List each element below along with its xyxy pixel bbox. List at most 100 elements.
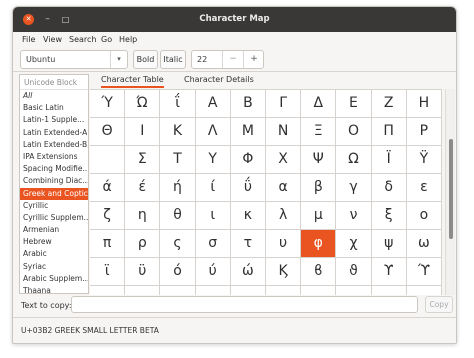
character-cell[interactable]: Ύ	[90, 90, 126, 118]
character-cell[interactable]: υ	[266, 230, 302, 258]
character-cell[interactable]: ϒ	[371, 258, 407, 286]
character-cell[interactable]: έ	[125, 174, 161, 202]
character-cell[interactable]: π	[90, 230, 126, 258]
increase-size-button[interactable]: +	[243, 51, 264, 68]
character-cell[interactable]: Υ	[195, 146, 231, 174]
character-cell[interactable]: ώ	[230, 258, 266, 286]
title-bar[interactable]: ✕ – □ Character Map	[13, 7, 456, 32]
sidebar-item[interactable]: Arabic	[20, 248, 88, 260]
character-cell[interactable]: Ι	[125, 118, 161, 146]
character-cell[interactable]: κ	[230, 202, 266, 230]
character-cell[interactable]: ύ	[195, 258, 231, 286]
menu-search[interactable]: Search	[69, 35, 96, 44]
character-cell[interactable]	[372, 286, 407, 295]
character-cell[interactable]: Κ	[160, 118, 196, 146]
sidebar-item[interactable]: Combining Diac...	[20, 175, 88, 187]
character-cell[interactable]: Ξ	[301, 118, 337, 146]
character-cell[interactable]: ά	[90, 174, 126, 202]
character-cell[interactable]: λ	[266, 202, 302, 230]
character-cell[interactable]: ι	[195, 202, 231, 230]
character-cell[interactable]: Ο	[336, 118, 372, 146]
character-cell[interactable]: α	[266, 174, 302, 202]
character-cell[interactable]: ϋ	[125, 258, 161, 286]
character-cell[interactable]: ϐ	[301, 258, 337, 286]
character-cell[interactable]: θ	[160, 202, 196, 230]
character-cell[interactable]: ς	[160, 230, 196, 258]
sidebar-item[interactable]: Armenian	[20, 224, 88, 236]
character-cell[interactable]: ή	[160, 174, 196, 202]
character-cell[interactable]: Ώ	[125, 90, 161, 118]
character-cell[interactable]	[160, 286, 196, 295]
chevron-down-icon[interactable]: ▾	[110, 51, 127, 68]
sidebar-item[interactable]: Hebrew	[20, 236, 88, 248]
character-cell[interactable]: Σ	[125, 146, 161, 174]
text-to-copy-input[interactable]	[71, 296, 418, 313]
character-cell[interactable]: χ	[336, 230, 372, 258]
menu-file[interactable]: File	[22, 35, 35, 44]
character-cell[interactable]: Ϊ	[371, 146, 407, 174]
menu-help[interactable]: Help	[119, 35, 137, 44]
vertical-scrollbar[interactable]	[445, 89, 455, 295]
sidebar-item[interactable]: Latin Extended-B	[20, 139, 88, 151]
character-cell[interactable]: ό	[160, 258, 196, 286]
character-cell[interactable]: Π	[371, 118, 407, 146]
character-cell[interactable]	[90, 146, 126, 174]
character-cell[interactable]: Ε	[336, 90, 372, 118]
character-cell[interactable]: β	[301, 174, 337, 202]
character-cell[interactable]: ϓ	[406, 258, 442, 286]
character-cell[interactable]: Τ	[160, 146, 196, 174]
character-cell[interactable]: σ	[195, 230, 231, 258]
character-cell[interactable]: Ρ	[406, 118, 442, 146]
sidebar-item[interactable]: Thaana	[20, 285, 88, 293]
character-cell[interactable]: η	[125, 202, 161, 230]
character-cell[interactable]: Α	[195, 90, 231, 118]
sidebar-item[interactable]: Cyrillic	[20, 200, 88, 212]
character-cell[interactable]	[196, 286, 231, 295]
character-cell[interactable]	[90, 286, 126, 295]
character-cell[interactable]: Θ	[90, 118, 126, 146]
sidebar-item[interactable]: Syriac	[20, 261, 88, 273]
character-cell[interactable]: δ	[371, 174, 407, 202]
character-cell[interactable]: Δ	[301, 90, 337, 118]
font-size-spinner[interactable]: 22 − +	[191, 50, 264, 69]
character-cell[interactable]: Ϗ	[266, 258, 302, 286]
character-cell[interactable]: ί	[195, 174, 231, 202]
character-cell[interactable]: ξ	[371, 202, 407, 230]
character-cell[interactable]	[125, 286, 161, 295]
character-cell[interactable]	[266, 286, 302, 295]
character-cell[interactable]: μ	[301, 202, 337, 230]
character-cell[interactable]: Φ	[230, 146, 266, 174]
menu-view[interactable]: View	[43, 35, 62, 44]
copy-button[interactable]: Copy	[425, 296, 453, 313]
character-cell[interactable]: Ϋ	[406, 146, 442, 174]
character-cell[interactable]: Ω	[336, 146, 372, 174]
character-cell[interactable]	[336, 286, 372, 295]
character-cell[interactable]	[231, 286, 266, 295]
character-cell[interactable]: ΐ	[160, 90, 196, 118]
sidebar-item[interactable]: Arabic Supplem...	[20, 273, 88, 285]
sidebar-item[interactable]: Latin Extended-A	[20, 127, 88, 139]
character-cell[interactable]: Β	[230, 90, 266, 118]
sidebar-item[interactable]: Cyrillic Supplem...	[20, 212, 88, 224]
decrease-size-button[interactable]: −	[222, 51, 243, 68]
character-cell[interactable]: Λ	[195, 118, 231, 146]
character-cell[interactable]: Ν	[266, 118, 302, 146]
sidebar-item[interactable]: Latin-1 Supple...	[20, 114, 88, 126]
character-cell[interactable]: Ζ	[371, 90, 407, 118]
character-cell[interactable]: ο	[406, 202, 442, 230]
character-cell[interactable]	[407, 286, 442, 295]
sidebar-item[interactable]: Spacing Modifie...	[20, 163, 88, 175]
sidebar-item[interactable]: Greek and Coptic	[20, 187, 88, 200]
character-cell[interactable]: ψ	[371, 230, 407, 258]
menu-go[interactable]: Go	[101, 35, 112, 44]
scrollbar-thumb[interactable]	[449, 139, 453, 239]
character-cell[interactable]: Γ	[266, 90, 302, 118]
sidebar-item[interactable]: Basic Latin	[20, 102, 88, 114]
character-cell[interactable]: Χ	[266, 146, 302, 174]
sidebar-item[interactable]: All	[20, 90, 88, 102]
tab-character-details[interactable]: Character Details	[184, 75, 254, 84]
character-cell[interactable]: ΰ	[230, 174, 266, 202]
bold-button[interactable]: Bold	[133, 50, 158, 69]
sidebar-item[interactable]: IPA Extensions	[20, 151, 88, 163]
character-cell[interactable]: ζ	[90, 202, 126, 230]
